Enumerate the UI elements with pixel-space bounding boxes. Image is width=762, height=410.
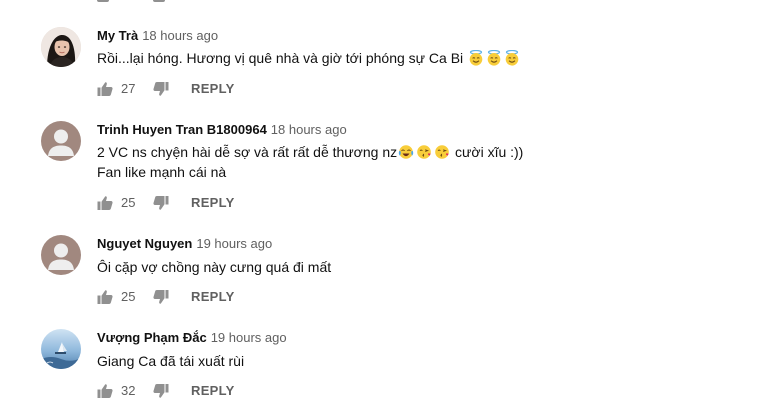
face-with-tears-of-joy-icon	[398, 145, 414, 159]
comment-line: Fan like mạnh cái nà	[97, 164, 227, 180]
thumbs-up-icon[interactable]	[97, 383, 113, 399]
author-name[interactable]: My Trà	[97, 28, 138, 43]
reply-button[interactable]: REPLY	[191, 193, 235, 213]
like-count: 25	[121, 195, 136, 210]
thumbs-up-icon[interactable]	[97, 195, 113, 211]
comment-line-text: 2 VC ns chyện hài dễ sợ và rất rất dễ th…	[97, 144, 398, 160]
comment-text: Rồi...lại hóng. Hương vị quê nhà và giờ …	[97, 48, 521, 68]
avatar[interactable]	[41, 235, 81, 275]
author-name[interactable]: Vượng Phạm Đắc	[97, 330, 207, 345]
comment-timestamp[interactable]: 18 hours ago	[142, 28, 218, 43]
comment-header: My Trà 18 hours ago	[97, 27, 218, 45]
thumbs-up-icon[interactable]	[97, 81, 113, 97]
author-name[interactable]: Nguyet Nguyen	[97, 236, 192, 251]
thumbs-down-icon[interactable]	[153, 289, 169, 305]
thumbs-up-icon[interactable]	[97, 289, 113, 305]
avatar[interactable]	[41, 329, 81, 369]
like-icon[interactable]	[97, 0, 109, 2]
comment-text: Giang Ca đã tái xuất rùi	[97, 353, 245, 369]
avatar[interactable]	[41, 121, 81, 161]
comment-header: Vượng Phạm Đắc 19 hours ago	[97, 329, 287, 347]
dislike-icon[interactable]	[153, 0, 165, 2]
like-count: 27	[121, 81, 136, 96]
reply-button[interactable]: REPLY	[191, 287, 235, 307]
comment-timestamp[interactable]: 19 hours ago	[196, 236, 272, 251]
author-name[interactable]: Trinh Huyen Tran B1800964	[97, 122, 267, 137]
comment-header: Nguyet Nguyen 19 hours ago	[97, 235, 272, 253]
comment-timestamp[interactable]: 19 hours ago	[211, 330, 287, 345]
face-blowing-a-kiss-icon	[435, 145, 449, 159]
thumbs-down-icon[interactable]	[153, 195, 169, 211]
smiling-face-with-halo-icon	[487, 50, 501, 66]
thumbs-down-icon[interactable]	[153, 81, 169, 97]
smiling-face-with-halo-icon	[505, 50, 519, 66]
like-count: 32	[121, 383, 136, 398]
comment-text: Ôi cặp vợ chồng này cưng quá đi mất	[97, 259, 332, 275]
comment-line-text: cười xĩu :))	[455, 144, 524, 160]
smiling-face-with-halo-icon	[469, 50, 483, 66]
comment-line: 2 VC ns chyện hài dễ sợ và rất rất dễ th…	[97, 142, 523, 162]
avatar[interactable]	[41, 27, 81, 67]
face-blowing-a-kiss-icon	[417, 145, 431, 159]
reply-button[interactable]: REPLY	[191, 381, 235, 401]
reply-button[interactable]: REPLY	[191, 79, 235, 99]
thumbs-down-icon[interactable]	[153, 383, 169, 399]
default-avatar-icon	[41, 121, 81, 161]
comment-header: Trinh Huyen Tran B1800964 18 hours ago	[97, 121, 347, 139]
comment-text: 2 VC ns chyện hài dễ sợ và rất rất dễ th…	[97, 142, 523, 182]
like-count: 25	[121, 289, 136, 304]
previous-comment-actions	[97, 0, 217, 4]
comment-timestamp[interactable]: 18 hours ago	[271, 122, 347, 137]
comment-line: Rồi...lại hóng. Hương vị quê nhà và giờ …	[97, 50, 464, 66]
default-avatar-icon	[41, 235, 81, 275]
